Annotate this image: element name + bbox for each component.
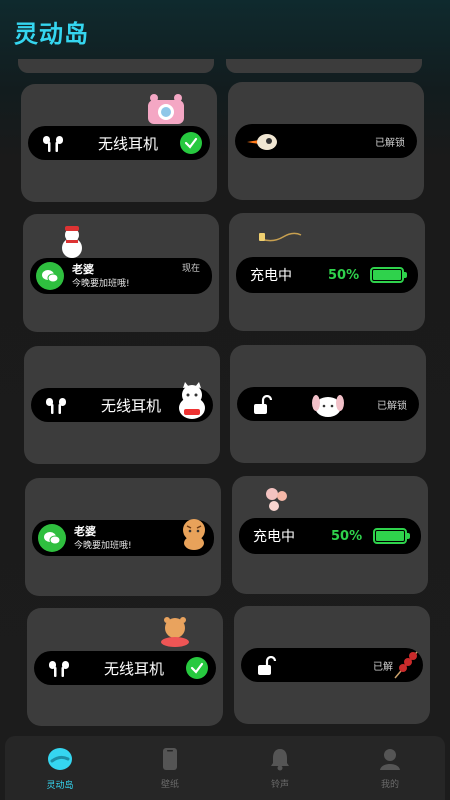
tab-label: 壁纸 [160,779,179,790]
charging-percent: 50% [328,267,360,283]
unlock-label: 已解 [373,661,393,673]
check-icon [186,657,208,679]
unlock-label: 已解锁 [375,137,405,149]
island-pill[interactable]: 已解 [241,648,423,682]
airpods-icon [46,398,66,414]
earbuds-label: 无线耳机 [101,396,162,415]
island-pill[interactable]: 无线耳机 [28,126,210,160]
tab-label: 铃声 [270,779,289,790]
island-pill[interactable]: 充电中 50% [236,257,418,293]
bell-icon [271,748,289,770]
unlock-icon [254,395,273,414]
check-icon [180,132,202,154]
bottom-tab-bar: 灵动岛 壁纸 铃声 我的 [5,736,445,800]
island-pill[interactable]: 老婆 今晚要加班哦! [32,519,214,556]
tiger-sticker-icon [183,519,205,550]
wechat-icon [36,262,64,290]
charging-label: 充电中 [253,529,295,545]
wechat-icon [38,524,66,552]
user-icon [380,748,400,770]
island-pill[interactable]: 无线耳机 [34,651,216,685]
bear-sticker-icon [161,617,189,647]
card-message[interactable]: 老婆 今晚要加班哦! 现在 [23,214,219,332]
snowman-sticker-icon [62,226,82,258]
island-icon [48,747,72,770]
earbuds-label: 无线耳机 [98,134,159,153]
bunny-sticker-icon [312,395,344,417]
battery-icon [370,267,407,283]
rocket-sticker-icon [247,134,277,150]
card-earbuds[interactable]: 无线耳机 [24,346,220,464]
phone-icon [163,747,177,770]
island-pill[interactable]: 已解锁 [237,387,419,421]
island-pill[interactable]: 充电中 50% [239,518,421,554]
card-unlock[interactable]: 已解锁 [230,345,426,463]
flower-sticker-icon [266,488,287,511]
earbuds-label: 无线耳机 [104,659,165,678]
string-sticker-icon [259,232,302,242]
airpods-icon [43,136,63,152]
message-text: 今晚要加班哦! [72,279,130,289]
tab-label: 灵动岛 [46,780,74,791]
tab-island[interactable]: 灵动岛 [15,741,105,795]
card-earbuds[interactable]: 无线耳机 [27,608,223,726]
card-partial-right[interactable] [226,59,422,73]
card-message[interactable]: 老婆 今晚要加班哦! [25,478,221,596]
card-charging[interactable]: 充电中 50% [229,213,425,331]
charging-label: 充电中 [250,268,292,284]
airpods-icon [49,661,69,677]
tab-label: 我的 [380,779,399,790]
card-unlock[interactable]: 已解 [234,606,430,724]
message-sender: 老婆 [72,263,94,276]
tab-ringtone[interactable]: 铃声 [235,741,325,795]
lucky-cat-sticker-icon [179,382,205,419]
unlock-icon [258,656,277,675]
card-unlock[interactable]: 已解锁 [228,82,424,200]
skewer-sticker-icon [394,651,418,679]
message-text: 今晚要加班哦! [74,541,132,551]
message-sender: 老婆 [74,525,96,538]
app-title: 灵动岛 [14,20,89,48]
tab-wallpaper[interactable]: 壁纸 [125,741,215,795]
camera-sticker-icon [148,94,184,124]
charging-percent: 50% [331,528,363,544]
unlock-label: 已解锁 [377,400,407,412]
tab-profile[interactable]: 我的 [345,741,435,795]
card-earbuds[interactable]: 无线耳机 [21,84,217,202]
battery-icon [373,528,410,544]
card-partial-left[interactable] [18,59,214,73]
island-pill[interactable]: 无线耳机 [31,382,213,422]
card-charging[interactable]: 充电中 50% [232,476,428,594]
island-pill[interactable]: 已解锁 [235,124,417,158]
message-time: 现在 [181,264,200,274]
island-pill[interactable]: 老婆 今晚要加班哦! 现在 [30,258,212,294]
